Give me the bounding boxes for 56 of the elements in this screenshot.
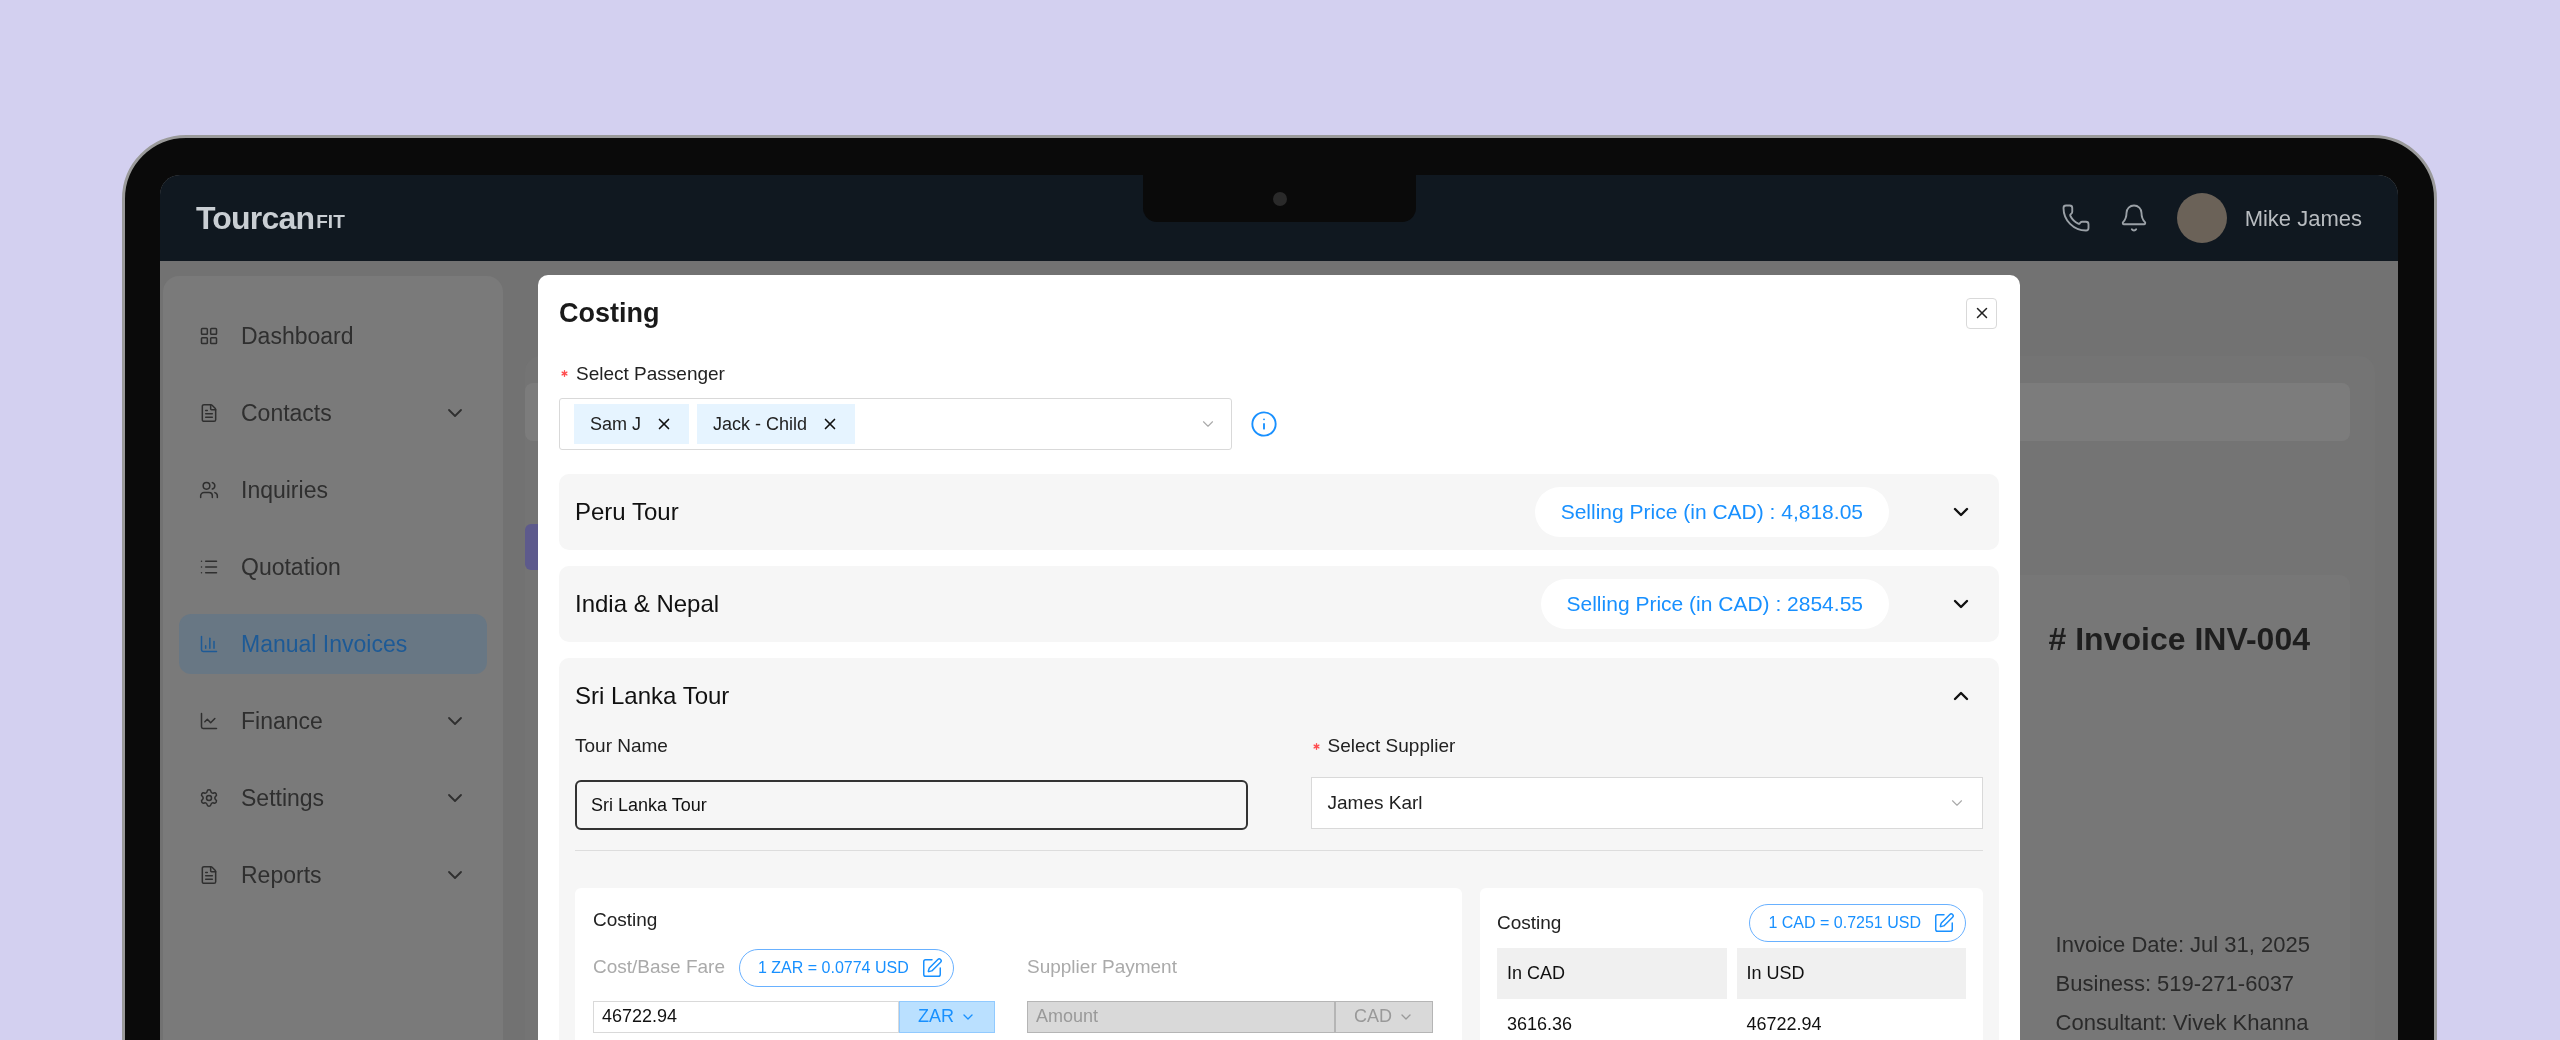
sidebar-item[interactable]: Quotation (179, 537, 487, 597)
tour-title: Peru Tour (575, 497, 680, 527)
field-label: Select Passenger (576, 361, 725, 386)
tour-header[interactable]: Sri Lanka Tour (575, 658, 1983, 734)
menu-item-icon (199, 326, 219, 346)
table-cell-text: 46722.94 (1745, 1012, 1823, 1036)
menu-item-icon (199, 865, 219, 885)
logo-suffix: FIT (316, 209, 345, 234)
info-icon[interactable] (1250, 410, 1278, 438)
tour-name-input[interactable]: Sri Lanka Tour (575, 780, 1248, 830)
column-header: In CAD (1497, 948, 1727, 999)
sidebar-item[interactable]: Finance (179, 691, 487, 751)
passenger-tag: Jack - Child (697, 404, 856, 444)
edit-icon[interactable] (1933, 912, 1955, 934)
logo: Tourcan (196, 199, 315, 238)
camera-lens (1272, 191, 1287, 206)
sidebar-item[interactable]: Dashboard (179, 306, 487, 366)
field-label: Select Supplier (1327, 733, 1456, 758)
selling-price-badge: Selling Price (in CAD) : 4,818.05 (1534, 487, 1889, 537)
tour-title: India & Nepal (575, 589, 721, 619)
passenger-tag: Sam J (574, 404, 689, 444)
field-label: Supplier Payment (1027, 955, 1177, 980)
field-label: Cost/Base Fare (593, 955, 725, 980)
tour-header[interactable]: Peru Tour Selling Price (in CAD) : 4,818.05 (575, 474, 1983, 550)
tour-title: Sri Lanka Tour (575, 681, 731, 711)
invoice-detail: Consultant: Vivek Khanna (2055, 1009, 2309, 1037)
invoice-title: # Invoice INV-004 (2048, 620, 2310, 659)
close-button[interactable] (1966, 297, 1997, 329)
sidebar-item[interactable]: Settings (179, 768, 487, 828)
cost-input[interactable]: 46722.94 (593, 1000, 899, 1033)
menu-item-icon (199, 557, 219, 577)
tour-header[interactable]: India & Nepal Selling Price (in CAD) : 2854.55 (575, 566, 1983, 642)
menu-item-icon (199, 711, 219, 731)
selling-price-badge: Selling Price (in CAD) : 2854.55 (1540, 579, 1889, 629)
field-label: Tour Name (575, 733, 668, 758)
table-cell-text: 3616.36 (1506, 1012, 1574, 1036)
invoice-detail: Invoice Date: Jul 31, 2025 (2055, 931, 2310, 959)
menu-item-icon (199, 403, 219, 423)
phone-icon[interactable] (2060, 203, 2091, 233)
user-name[interactable]: Mike James (2244, 201, 2362, 235)
invoice-detail: Business: 519-271-6037 (2055, 970, 2295, 998)
card-title: Costing (1497, 910, 1562, 935)
passenger-select[interactable]: Sam J Jack - Child (559, 398, 1232, 450)
sidebar-item[interactable]: Inquiries (179, 460, 487, 520)
avatar[interactable] (2176, 193, 2227, 243)
currency-select[interactable]: ZAR (899, 1000, 995, 1033)
menu-item-icon (199, 788, 219, 808)
column-header: In USD (1736, 948, 1966, 999)
menu-item-icon (199, 480, 219, 500)
edit-icon[interactable] (920, 956, 943, 979)
supplier-select[interactable]: James Karl (1310, 777, 1983, 829)
card-title: Costing (593, 909, 658, 930)
sidebar-item[interactable]: Contacts (179, 383, 487, 443)
sidebar-item[interactable]: Reports (179, 845, 487, 905)
menu-item-icon (199, 634, 219, 654)
dialog-title: Costing (559, 297, 660, 330)
